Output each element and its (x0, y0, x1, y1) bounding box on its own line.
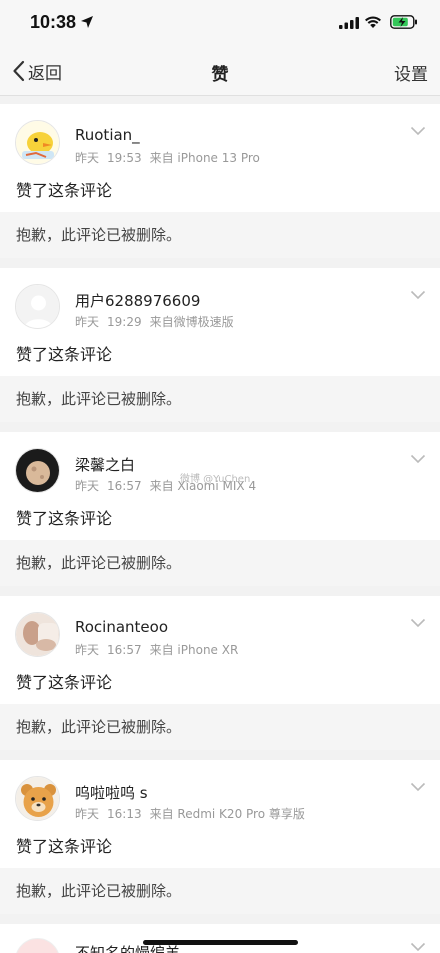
time-label: 19:53 (107, 151, 142, 165)
cellular-signal-icon (339, 17, 359, 29)
list-item[interactable]: 梁馨之白 昨天 16:57 来自 Xiaomi MIX 4 赞了这条评论 抱歉，此评… (0, 432, 440, 586)
chevron-down-icon[interactable] (410, 290, 426, 300)
post-meta: 昨天 19:29 来自微博极速版 (75, 313, 234, 330)
username[interactable]: 梁馨之白 (75, 454, 135, 475)
source-label: 来自 Redmi K20 Pro 尊享版 (149, 807, 305, 821)
settings-button[interactable]: 设置 (394, 60, 428, 85)
like-action-text: 赞了这条评论 (16, 345, 113, 364)
deleted-comment-notice: 抱歉，此评论已被删除。 (0, 704, 440, 750)
moon-avatar-icon[interactable] (15, 448, 60, 493)
date-label: 昨天 (75, 479, 100, 493)
like-action-text: 赞了这条评论 (16, 509, 113, 528)
date-label: 昨天 (75, 151, 100, 165)
source-label: 来自微博极速版 (149, 315, 234, 329)
wifi-icon (365, 16, 381, 28)
chevron-down-icon[interactable] (410, 126, 426, 136)
bear-avatar-icon[interactable] (15, 776, 60, 821)
username[interactable]: Ruotian_ (75, 126, 140, 144)
like-action-text: 赞了这条评论 (16, 837, 113, 856)
cartoon-duck-avatar-icon[interactable] (15, 120, 60, 165)
watermark: 微博 @YuChen (180, 474, 251, 485)
time-label: 16:57 (107, 643, 142, 657)
post-meta: 昨天 19:53 来自 iPhone 13 Pro (75, 149, 260, 166)
like-action-text: 赞了这条评论 (16, 181, 113, 200)
list-item[interactable]: 不知名的慢编羊 (0, 924, 440, 953)
location-arrow-icon (81, 16, 93, 28)
time-label: 16:57 (107, 479, 142, 493)
nav-bar: 返回 赞 设置 (0, 46, 440, 96)
pig-avatar-icon[interactable] (15, 938, 60, 953)
default-user-avatar-icon[interactable] (15, 284, 60, 329)
chevron-down-icon[interactable] (410, 782, 426, 792)
date-label: 昨天 (75, 643, 100, 657)
home-indicator[interactable] (143, 940, 298, 945)
post-meta: 昨天 16:57 来自 iPhone XR (75, 641, 238, 658)
deleted-comment-notice: 抱歉，此评论已被删除。 (0, 540, 440, 586)
page-title: 赞 (211, 65, 229, 85)
username[interactable]: Rocinanteoo (75, 618, 168, 636)
source-label: 来自 iPhone 13 Pro (149, 151, 260, 165)
deleted-comment-notice: 抱歉，此评论已被删除。 (0, 376, 440, 422)
time-label: 19:29 (107, 315, 142, 329)
deleted-comment-notice: 抱歉，此评论已被删除。 (0, 868, 440, 914)
status-time: 10:38 (30, 12, 77, 32)
status-bar: 10:38 (0, 0, 440, 46)
post-meta: 昨天 16:13 来自 Redmi K20 Pro 尊享版 (75, 805, 305, 822)
deleted-comment-notice: 抱歉，此评论已被删除。 (0, 212, 440, 258)
time-label: 16:13 (107, 807, 142, 821)
like-action-text: 赞了这条评论 (16, 673, 113, 692)
username[interactable]: 用户6288976609 (75, 290, 200, 311)
chevron-down-icon[interactable] (410, 618, 426, 628)
chevron-down-icon[interactable] (410, 454, 426, 464)
likes-list: Ruotian_ 昨天 19:53 来自 iPhone 13 Pro 赞了这条评论 … (0, 104, 440, 924)
list-item[interactable]: Ruotian_ 昨天 19:53 来自 iPhone 13 Pro 赞了这条评论 … (0, 104, 440, 258)
list-item[interactable]: 呜啦啦呜 s 昨天 16:13 来自 Redmi K20 Pro 尊享版 赞了这条评… (0, 760, 440, 914)
battery-charging-icon (390, 15, 417, 29)
list-item[interactable]: 用户6288976609 昨天 19:29 来自微博极速版 赞了这条评论 抱歉，此评… (0, 268, 440, 422)
date-label: 昨天 (75, 315, 100, 329)
date-label: 昨天 (75, 807, 100, 821)
chevron-down-icon[interactable] (410, 942, 426, 952)
list-item[interactable]: Rocinanteoo 昨天 16:57 来自 iPhone XR 赞了这条评论 抱… (0, 596, 440, 750)
source-label: 来自 iPhone XR (149, 643, 239, 657)
username[interactable]: 呜啦啦呜 s (75, 782, 148, 803)
photo-avatar-icon[interactable] (15, 612, 60, 657)
